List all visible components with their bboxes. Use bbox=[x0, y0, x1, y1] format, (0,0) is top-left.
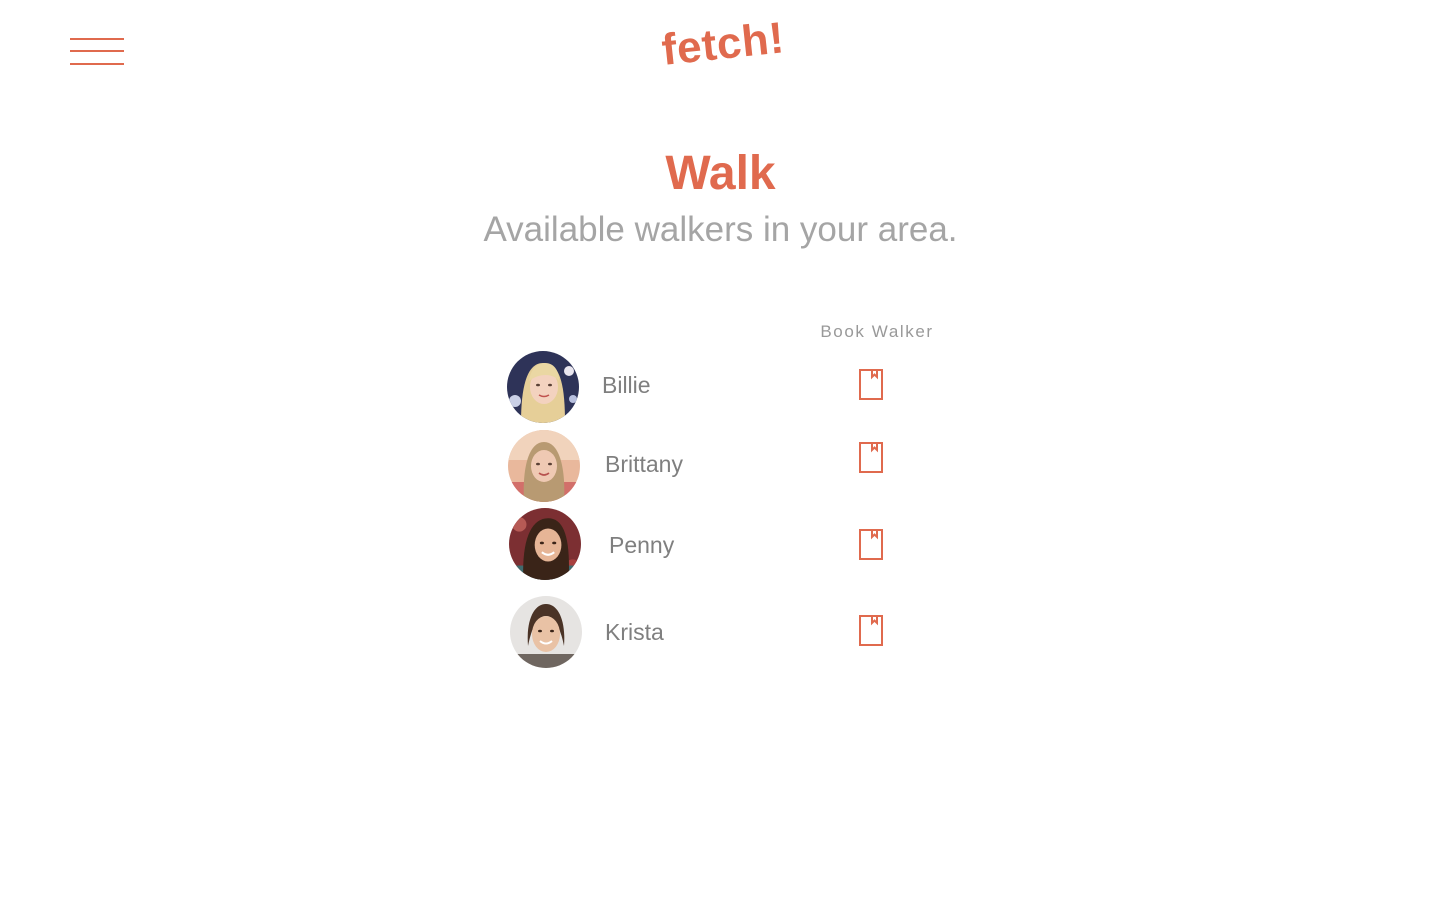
walker-name: Krista bbox=[605, 619, 664, 645]
bookmark-icon bbox=[859, 442, 883, 473]
fetch-logo[interactable]: fetch! bbox=[659, 13, 786, 76]
menu-line-icon bbox=[70, 63, 124, 65]
walker-row-penny: Penny bbox=[500, 504, 940, 584]
book-walker-button-penny[interactable] bbox=[858, 528, 886, 562]
walker-name: Penny bbox=[609, 532, 675, 558]
walker-row-billie: Billie bbox=[500, 347, 940, 427]
page-subtitle: Available walkers in your area. bbox=[483, 210, 958, 249]
bookmark-icon bbox=[859, 369, 883, 400]
walker-avatar-krista bbox=[510, 596, 582, 668]
walker-row-krista: Krista bbox=[500, 592, 940, 672]
bookmark-icon bbox=[859, 529, 883, 560]
walker-avatar-billie bbox=[507, 351, 579, 423]
book-walker-button-billie[interactable] bbox=[858, 368, 886, 402]
bookmark-icon bbox=[859, 615, 883, 646]
walker-avatar-penny bbox=[509, 508, 581, 580]
hamburger-menu-button[interactable] bbox=[70, 36, 124, 68]
walker-name: Brittany bbox=[605, 451, 683, 477]
walker-name: Billie bbox=[602, 372, 651, 398]
walk-page: fetch! Walk Available walkers in your ar… bbox=[0, 0, 1441, 922]
walker-row-brittany: Brittany bbox=[500, 426, 940, 506]
page-title: Walk bbox=[665, 147, 776, 200]
book-walker-button-krista[interactable] bbox=[858, 614, 886, 648]
book-walker-button-brittany[interactable] bbox=[858, 441, 886, 475]
book-walker-column-header: Book Walker bbox=[820, 322, 934, 341]
menu-line-icon bbox=[70, 50, 124, 52]
walker-avatar-brittany bbox=[508, 430, 580, 502]
menu-line-icon bbox=[70, 38, 124, 40]
